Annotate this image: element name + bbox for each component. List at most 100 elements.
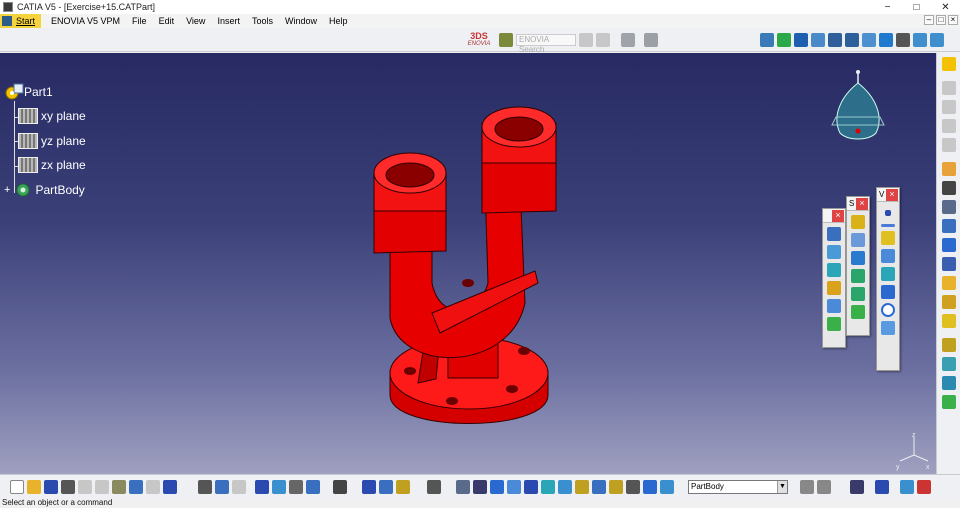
menu-insert[interactable]: Insert: [211, 16, 246, 26]
grid-icon[interactable]: [941, 257, 956, 271]
toolbar-close-button[interactable]: ×: [832, 210, 844, 222]
pan-icon[interactable]: [794, 33, 808, 47]
floating-toolbar-surfaces[interactable]: S ×: [846, 196, 870, 336]
floating-toolbar-sketch-based[interactable]: ×: [822, 208, 846, 348]
doc-close-button[interactable]: ×: [948, 15, 958, 25]
tile-icon[interactable]: [800, 480, 814, 494]
menu-help[interactable]: Help: [323, 16, 354, 26]
workbench-icon[interactable]: [941, 57, 956, 71]
rotate-icon[interactable]: [811, 33, 825, 47]
fly-icon[interactable]: [900, 480, 914, 494]
close-button[interactable]: ✕: [931, 0, 960, 14]
expand-icon[interactable]: +: [4, 184, 10, 196]
doc-minimize-button[interactable]: –: [924, 15, 934, 25]
rib-icon[interactable]: [827, 299, 841, 313]
catalog-icon[interactable]: [272, 480, 286, 494]
apply-material-icon[interactable]: [941, 338, 956, 352]
start-menu[interactable]: Start: [0, 14, 42, 28]
tree-item-xy-plane[interactable]: xy plane: [18, 108, 86, 124]
scan-icon[interactable]: [575, 480, 589, 494]
compass-icon[interactable]: [826, 69, 890, 149]
tools-icon[interactable]: [289, 480, 303, 494]
point-icon[interactable]: [885, 210, 891, 216]
toolbar-header[interactable]: V ×: [877, 188, 899, 202]
line-icon[interactable]: [881, 224, 895, 227]
blend-icon[interactable]: [851, 305, 865, 319]
formula-icon[interactable]: [198, 480, 212, 494]
chevron-down-icon[interactable]: ▼: [777, 481, 787, 493]
fit-all-icon[interactable]: [777, 33, 791, 47]
align-icon[interactable]: [362, 480, 376, 494]
toolbar-header[interactable]: S ×: [847, 197, 869, 211]
toolbar-close-button[interactable]: ×: [856, 198, 868, 210]
plane-tool-icon[interactable]: [881, 231, 895, 245]
sketcher-icon[interactable]: [941, 200, 956, 214]
brush-icon[interactable]: [850, 480, 864, 494]
shaft-icon[interactable]: [827, 263, 841, 277]
thickness-icon[interactable]: [941, 357, 956, 371]
tree-root-part[interactable]: Part1: [4, 83, 53, 101]
tree-item-partbody[interactable]: + PartBody: [4, 181, 85, 199]
comment-icon[interactable]: [215, 480, 229, 494]
3d-viewport[interactable]: Part1 xy plane yz plane zx plane + PartB…: [0, 53, 936, 474]
floating-toolbar-wireframe[interactable]: V ×: [876, 187, 900, 371]
filter-icon[interactable]: [626, 480, 640, 494]
stack-icon[interactable]: [541, 480, 555, 494]
update-icon[interactable]: [941, 181, 956, 195]
toolbar-header[interactable]: ×: [823, 209, 845, 223]
sweep-icon[interactable]: [851, 251, 865, 265]
save-icon[interactable]: [44, 480, 58, 494]
instantiate-icon[interactable]: [306, 480, 320, 494]
zoom-out-icon[interactable]: [845, 33, 859, 47]
layer-icon[interactable]: [660, 480, 674, 494]
bottle-icon[interactable]: [396, 480, 410, 494]
pen-icon[interactable]: [644, 33, 658, 47]
measure-tool-icon[interactable]: [609, 480, 623, 494]
parallel-curve-icon[interactable]: [881, 285, 895, 299]
axis-system-icon[interactable]: [941, 238, 956, 252]
menu-view[interactable]: View: [180, 16, 211, 26]
tree-item-zx-plane[interactable]: zx plane: [18, 157, 86, 173]
minimize-button[interactable]: −: [873, 0, 902, 14]
projection-icon[interactable]: [881, 249, 895, 263]
constraint-icon[interactable]: [507, 480, 521, 494]
globe-icon[interactable]: [473, 480, 487, 494]
menu-enovia[interactable]: ENOVIA V5 VPM: [45, 16, 126, 26]
hide-show-icon[interactable]: [913, 33, 927, 47]
window-icon[interactable]: [817, 480, 831, 494]
shading-icon[interactable]: [896, 33, 910, 47]
doc-restore-button[interactable]: □: [936, 15, 946, 25]
boolean-icon[interactable]: [941, 295, 956, 309]
menu-tools[interactable]: Tools: [246, 16, 279, 26]
isometric-view-icon[interactable]: [879, 33, 893, 47]
cube-icon[interactable]: [558, 480, 572, 494]
current-body-dropdown[interactable]: PartBody ▼: [688, 480, 788, 494]
measure-icon[interactable]: [941, 276, 956, 290]
body-icon[interactable]: [941, 314, 956, 328]
menu-edit[interactable]: Edit: [153, 16, 181, 26]
whats-this-icon[interactable]: [163, 480, 177, 494]
fly-mode-icon[interactable]: [760, 33, 774, 47]
material-icon[interactable]: [875, 480, 889, 494]
new-icon[interactable]: [10, 480, 24, 494]
print-icon[interactable]: [61, 480, 75, 494]
menu-file[interactable]: File: [126, 16, 153, 26]
hole-icon[interactable]: [827, 281, 841, 295]
camera-icon[interactable]: [427, 480, 441, 494]
split-icon[interactable]: [379, 480, 393, 494]
refresh-icon[interactable]: [456, 480, 470, 494]
hand-icon[interactable]: [621, 33, 635, 47]
circle-icon[interactable]: [881, 303, 895, 317]
scene-icon[interactable]: [643, 480, 657, 494]
shell-icon[interactable]: [941, 395, 956, 409]
pad-icon[interactable]: [827, 227, 841, 241]
pocket-icon[interactable]: [827, 245, 841, 259]
axis-tool-icon[interactable]: [490, 480, 504, 494]
offset-icon[interactable]: [851, 269, 865, 283]
enovia-connect-icon[interactable]: [499, 33, 513, 47]
hierarchy-icon[interactable]: [592, 480, 606, 494]
swap-visible-space-icon[interactable]: [930, 33, 944, 47]
undo-icon[interactable]: [129, 480, 143, 494]
select-arrow-icon[interactable]: [941, 162, 956, 176]
paste-icon[interactable]: [112, 480, 126, 494]
